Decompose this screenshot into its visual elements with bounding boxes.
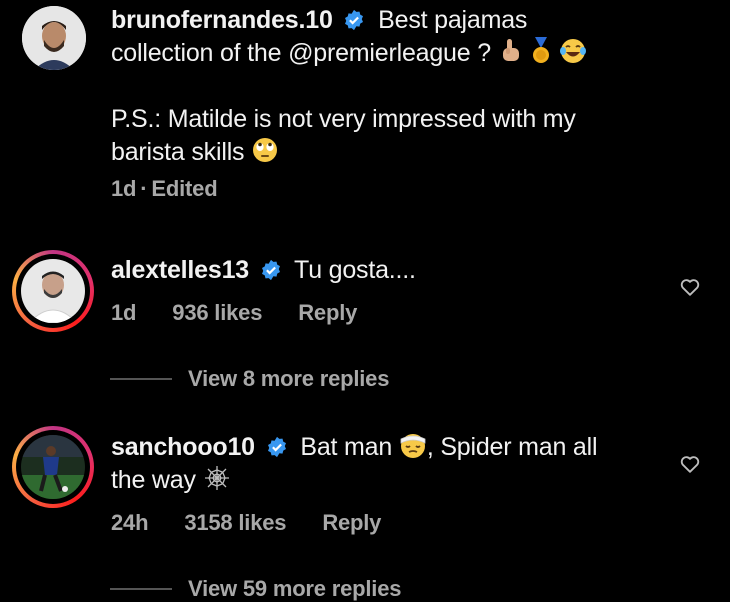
comment-2-time: 24h (111, 510, 149, 535)
post-edited-label: Edited (151, 176, 218, 201)
avatar-photo (21, 259, 85, 323)
bandage-emoji-icon (400, 434, 426, 458)
comment-1-username[interactable]: alextelles13 (111, 256, 249, 284)
medal-icon (533, 37, 550, 63)
caption-line-2: collection of the @premierleague ? (111, 39, 491, 67)
comment-2-likes[interactable]: 3158 likes (184, 510, 286, 535)
heart-icon[interactable] (679, 276, 701, 298)
comment-1-meta: 1d 936 likes Reply (111, 300, 393, 326)
comment-avatar-alextelles13[interactable] (12, 250, 94, 332)
comment-2-text: sanchooo10 Bat man , Spider man all the … (111, 431, 671, 497)
comment-2-username[interactable]: sanchooo10 (111, 433, 255, 461)
caption-line-1: Best pajamas (378, 6, 528, 34)
pointing-hand-icon (502, 39, 519, 61)
post-caption: brunofernandes.10 Best pajamas collectio… (111, 4, 711, 169)
caption-ps-line-1: P.S.: Matilde is not very impressed with… (111, 105, 576, 133)
comment-2-meta: 24h 3158 likes Reply (111, 510, 417, 536)
comment-2-body-a: Bat man (300, 433, 393, 461)
avatar-photo (22, 6, 86, 70)
meta-separator: · (140, 176, 148, 201)
caption-ps-line-2: barista skills (111, 138, 245, 166)
post-username[interactable]: brunofernandes.10 (111, 6, 333, 34)
view-replies-divider (110, 588, 172, 590)
comment-2-body-c: the way (111, 466, 196, 494)
post-author-avatar[interactable] (22, 6, 86, 70)
comment-1-body: Tu gosta.... (294, 256, 416, 284)
comment-avatar-sanchooo10[interactable] (12, 426, 94, 508)
verified-badge-icon (267, 436, 286, 458)
avatar-photo (21, 435, 85, 499)
post-time: 1d (111, 176, 137, 201)
view-replies-divider (110, 378, 172, 380)
laughing-emoji-icon (560, 39, 587, 63)
spider-web-icon (204, 466, 229, 490)
comment-2-view-replies[interactable]: View 59 more replies (188, 576, 401, 602)
comment-1-text: alextelles13 Tu gosta.... (111, 254, 671, 287)
verified-badge-icon (345, 9, 364, 31)
comment-1-time: 1d (111, 300, 137, 325)
post-meta: 1d · Edited (111, 176, 253, 202)
comment-2-reply-button[interactable]: Reply (322, 510, 381, 535)
eye-roll-emoji-icon (253, 138, 278, 162)
verified-badge-icon (261, 259, 280, 281)
comment-1-likes[interactable]: 936 likes (172, 300, 262, 325)
comment-2-body-b: , Spider man all (426, 433, 598, 461)
comment-1-reply-button[interactable]: Reply (298, 300, 357, 325)
comment-1-view-replies[interactable]: View 8 more replies (188, 366, 389, 392)
heart-icon[interactable] (679, 453, 701, 475)
